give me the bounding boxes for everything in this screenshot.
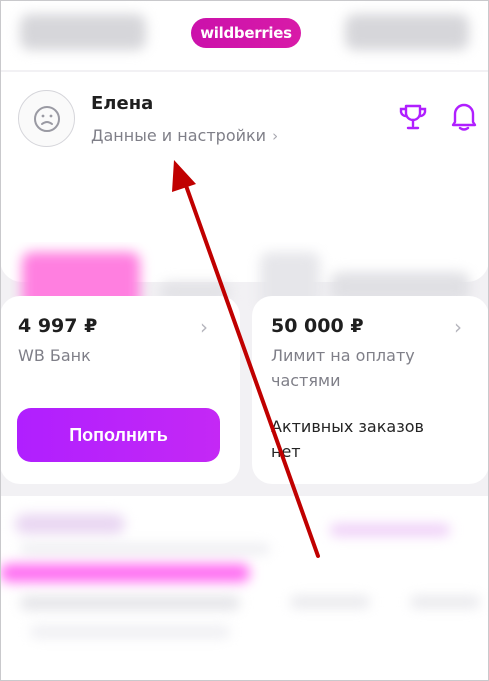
annotation-arrow [172, 160, 320, 558]
